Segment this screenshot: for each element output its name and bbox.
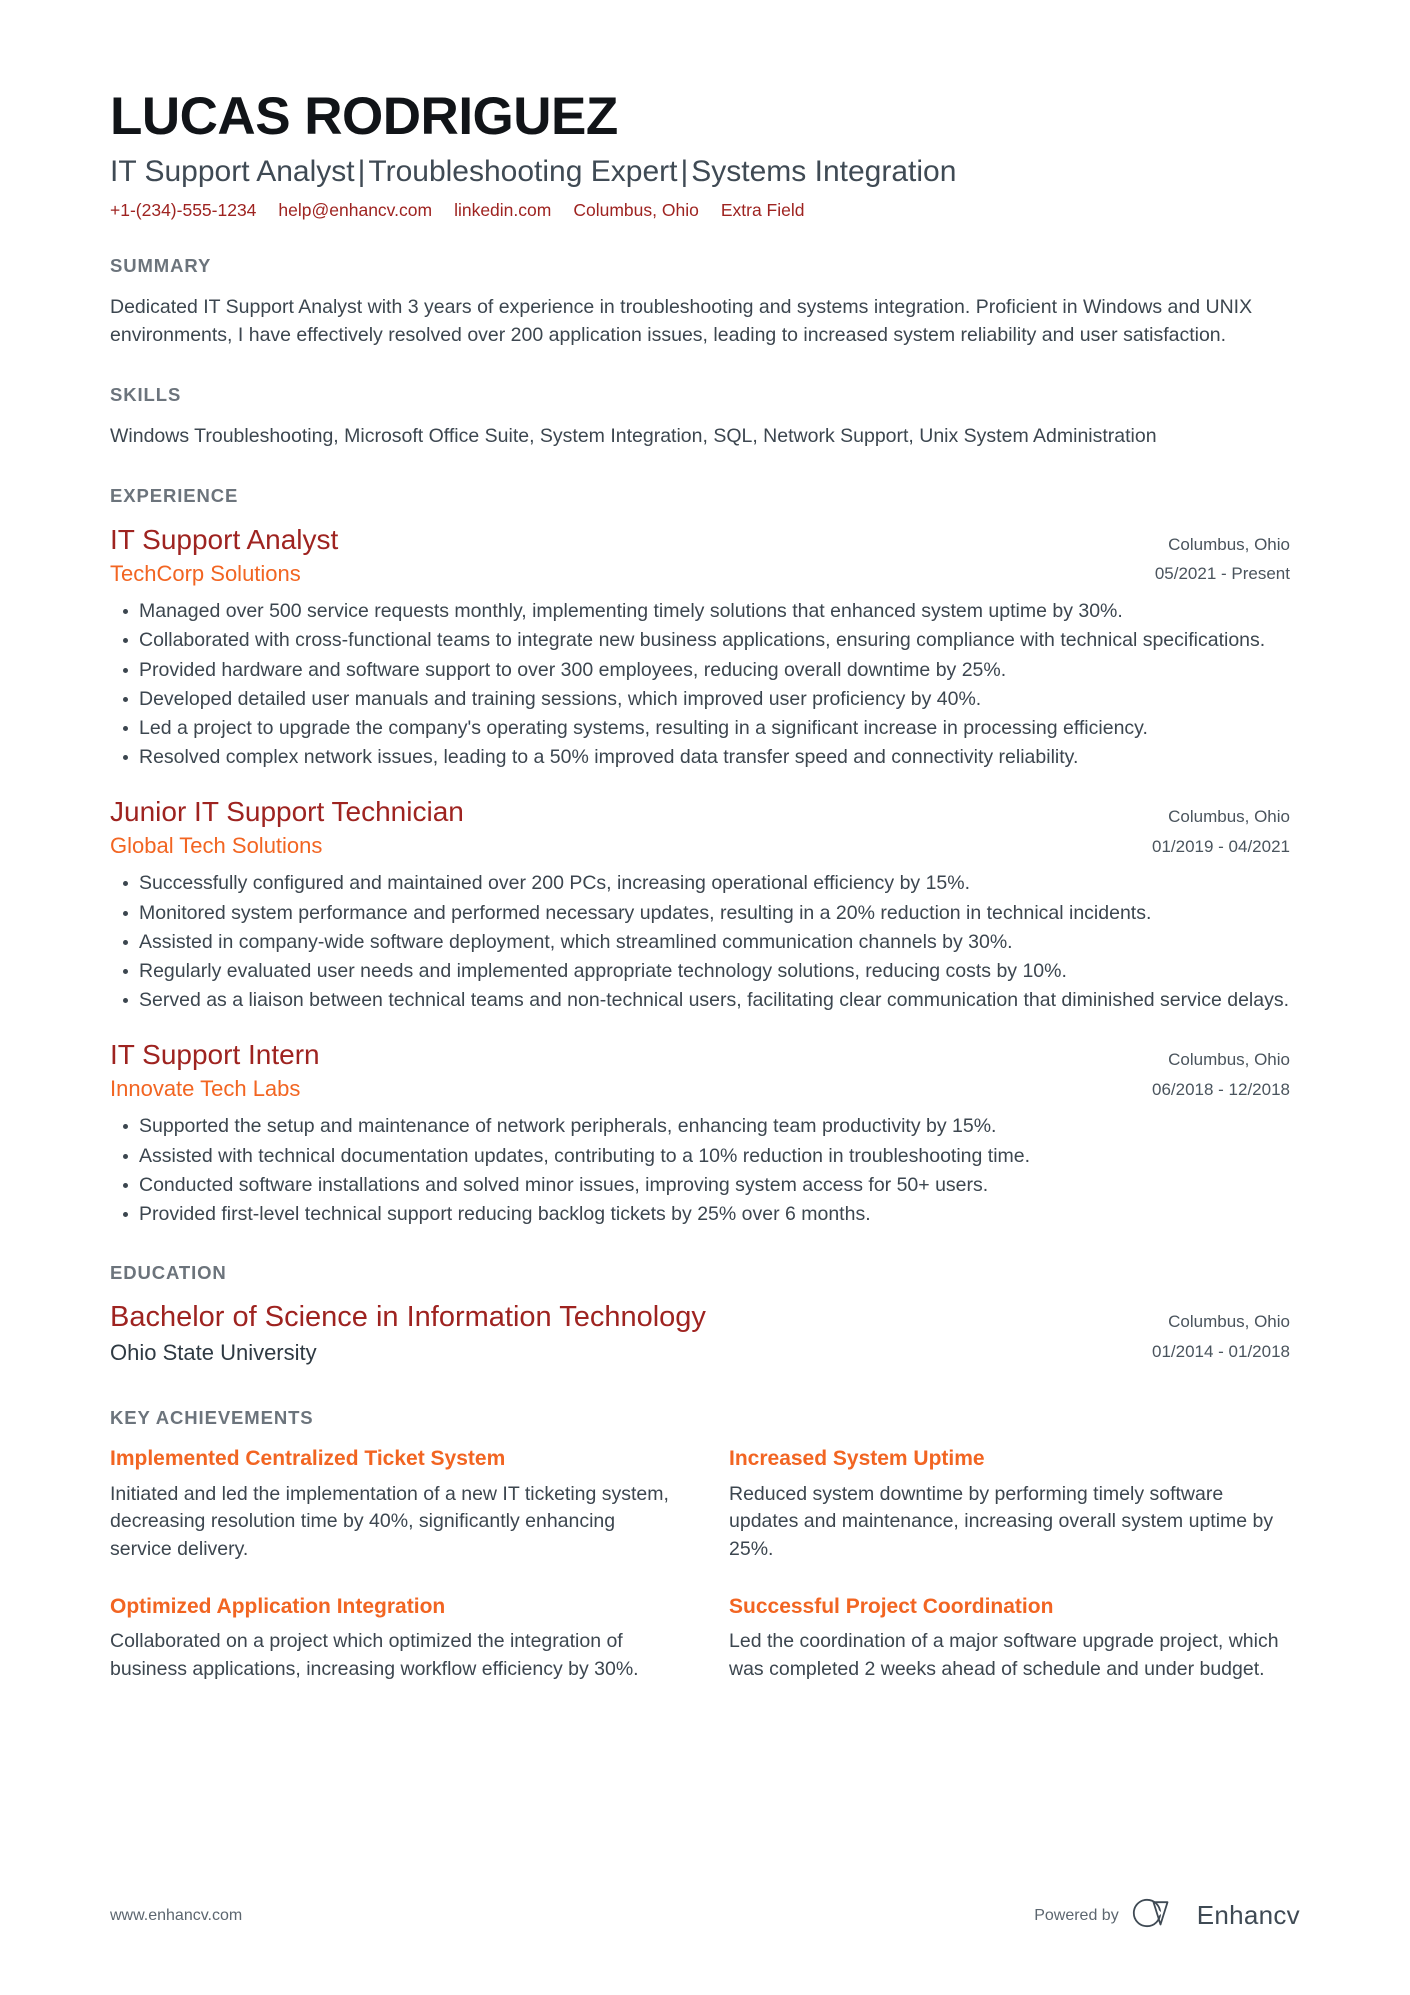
achievement-title: Increased System Uptime (729, 1447, 985, 1471)
job-bullet: Served as a liaison between technical te… (110, 987, 1290, 1014)
headline-part-1: IT Support Analyst (110, 155, 355, 189)
page-footer: www.enhancv.com Powered by Enhancv (110, 1898, 1300, 1933)
job-location: Columbus, Ohio (1168, 806, 1290, 826)
job-bullet: Supported the setup and maintenance of n… (110, 1113, 1290, 1140)
achievement-title: Implemented Centralized Ticket System (110, 1447, 506, 1471)
job-dates: 05/2021 - Present (1154, 564, 1290, 584)
achievement-description: Collaborated on a project which optimize… (110, 1629, 639, 1680)
section-title-education: EDUCATION (110, 1262, 227, 1284)
experience-entry-head: Junior IT Support Technician Global Tech… (110, 796, 1290, 862)
job-bullets: Successfully configured and maintained o… (110, 870, 1290, 1014)
job-dates: 06/2018 - 12/2018 (1151, 1079, 1290, 1099)
headline-separator-2: | (680, 155, 689, 189)
job-bullet: Monitored system performance and perform… (110, 900, 1290, 927)
job-bullet: Provided first-level technical support r… (110, 1201, 1290, 1228)
job-bullets: Managed over 500 service requests monthl… (110, 598, 1290, 772)
school-location: Columbus, Ohio (1168, 1312, 1290, 1332)
section-title-skills: SKILLS (110, 383, 182, 405)
school-name: Ohio State University (110, 1339, 317, 1365)
achievement-description: Led the coordination of a major software… (729, 1629, 1279, 1680)
section-experience: EXPERIENCE IT Support Analyst TechCorp S… (110, 485, 1290, 1229)
contact-linkedin[interactable]: linkedin.com (454, 200, 551, 221)
contact-list: +1-(234)-555-1234 help@enhancv.com linke… (110, 200, 1290, 221)
achievement-item: Increased System Uptime Reduced system d… (729, 1446, 1290, 1563)
job-bullet: Led a project to upgrade the company's o… (110, 715, 1290, 742)
education-entry-head: Bachelor of Science in Information Techn… (110, 1301, 1290, 1367)
experience-entry-meta: Columbus, Ohio 06/2018 - 12/2018 (1132, 1039, 1290, 1105)
candidate-headline: IT Support Analyst | Troubleshooting Exper… (110, 154, 1290, 189)
section-title-experience: EXPERIENCE (110, 484, 239, 506)
school-dates: 01/2014 - 01/2018 (1151, 1342, 1290, 1362)
experience-entry: IT Support Intern Innovate Tech Labs Col… (110, 1039, 1290, 1229)
resume-content: LUCAS RODRIGUEZ IT Support Analyst | Troub… (110, 0, 1290, 1683)
job-dates: 01/2019 - 04/2021 (1151, 836, 1290, 856)
contact-phone[interactable]: +1-(234)-555-1234 (110, 200, 256, 221)
job-title: Junior IT Support Technician (110, 795, 464, 827)
contact-location[interactable]: Columbus, Ohio (573, 200, 698, 221)
experience-entry: IT Support Analyst TechCorp Solutions Co… (110, 524, 1290, 772)
achievement-item: Implemented Centralized Ticket System In… (110, 1446, 671, 1563)
achievements-grid: Implemented Centralized Ticket System In… (110, 1446, 1290, 1683)
job-bullet: Conducted software installations and sol… (110, 1172, 1290, 1199)
job-location: Columbus, Ohio (1168, 1049, 1290, 1069)
enhancv-brand-name: Enhancv (1196, 1900, 1300, 1930)
company-name: TechCorp Solutions (110, 560, 301, 586)
education-entry: Bachelor of Science in Information Techn… (110, 1301, 1290, 1367)
skills-text: Windows Troubleshooting, Microsoft Offic… (110, 424, 1157, 447)
experience-entry-head: IT Support Analyst TechCorp Solutions Co… (110, 524, 1290, 590)
job-title: IT Support Intern (110, 1038, 320, 1070)
experience-entry-meta: Columbus, Ohio 01/2019 - 04/2021 (1132, 796, 1290, 862)
company-name: Innovate Tech Labs (110, 1075, 301, 1101)
job-location: Columbus, Ohio (1168, 534, 1290, 554)
job-title: IT Support Analyst (110, 523, 339, 555)
company-name: Global Tech Solutions (110, 832, 323, 858)
job-bullet: Developed detailed user manuals and trai… (110, 686, 1290, 713)
education-entry-meta: Columbus, Ohio 01/2014 - 01/2018 (1132, 1301, 1290, 1367)
experience-entry: Junior IT Support Technician Global Tech… (110, 796, 1290, 1015)
achievement-item: Optimized Application Integration Collab… (110, 1594, 671, 1684)
powered-by-label: Powered by (1034, 1906, 1119, 1924)
headline-part-2: Troubleshooting Expert (368, 155, 678, 189)
section-education: EDUCATION Bachelor of Science in Informa… (110, 1262, 1290, 1367)
experience-entry-meta: Columbus, Ohio 05/2021 - Present (1135, 524, 1290, 590)
section-key-achievements: KEY ACHIEVEMENTS Implemented Centralized… (110, 1407, 1290, 1683)
section-summary: SUMMARY Dedicated IT Support Analyst wit… (110, 255, 1290, 349)
degree-title: Bachelor of Science in Information Techn… (110, 1301, 706, 1334)
contact-extra-field[interactable]: Extra Field (721, 200, 805, 221)
achievement-description: Initiated and led the implementation of … (110, 1482, 669, 1560)
job-bullet: Assisted in company-wide software deploy… (110, 929, 1290, 956)
education-entry-left: Bachelor of Science in Information Techn… (110, 1301, 1132, 1367)
job-bullet: Successfully configured and maintained o… (110, 870, 1290, 897)
job-bullet: Collaborated with cross-functional teams… (110, 627, 1290, 654)
enhancv-logo-icon (1132, 1898, 1184, 1933)
experience-entry-left: IT Support Intern Innovate Tech Labs (110, 1039, 1132, 1104)
footer-branding: Powered by Enhancv (1034, 1898, 1300, 1933)
achievement-title: Successful Project Coordination (729, 1594, 1054, 1618)
section-skills: SKILLS Windows Troubleshooting, Microsof… (110, 384, 1290, 451)
job-bullet: Provided hardware and software support t… (110, 657, 1290, 684)
footer-website-url[interactable]: www.enhancv.com (110, 1907, 242, 1925)
resume-header: LUCAS RODRIGUEZ IT Support Analyst | Troub… (110, 0, 1290, 221)
experience-entry-head: IT Support Intern Innovate Tech Labs Col… (110, 1039, 1290, 1105)
section-title-summary: SUMMARY (110, 255, 212, 277)
experience-entry-left: IT Support Analyst TechCorp Solutions (110, 524, 1135, 589)
job-bullet: Assisted with technical documentation up… (110, 1143, 1290, 1170)
section-title-key-achievements: KEY ACHIEVEMENTS (110, 1407, 314, 1429)
candidate-name: LUCAS RODRIGUEZ (110, 87, 618, 146)
achievement-item: Successful Project Coordination Led the … (729, 1594, 1290, 1684)
job-bullet: Regularly evaluated user needs and imple… (110, 958, 1290, 985)
headline-separator-1: | (357, 155, 366, 189)
experience-entry-left: Junior IT Support Technician Global Tech… (110, 796, 1132, 861)
job-bullets: Supported the setup and maintenance of n… (110, 1113, 1290, 1228)
job-bullet: Managed over 500 service requests monthl… (110, 598, 1290, 625)
headline-part-3: Systems Integration (691, 155, 957, 189)
achievement-title: Optimized Application Integration (110, 1594, 446, 1618)
job-bullet: Resolved complex network issues, leading… (110, 744, 1290, 771)
summary-text: Dedicated IT Support Analyst with 3 year… (110, 296, 1253, 347)
contact-email[interactable]: help@enhancv.com (278, 200, 432, 221)
resume-page: LUCAS RODRIGUEZ IT Support Analyst | Troub… (0, 0, 1410, 1995)
achievement-description: Reduced system downtime by performing ti… (729, 1482, 1274, 1560)
